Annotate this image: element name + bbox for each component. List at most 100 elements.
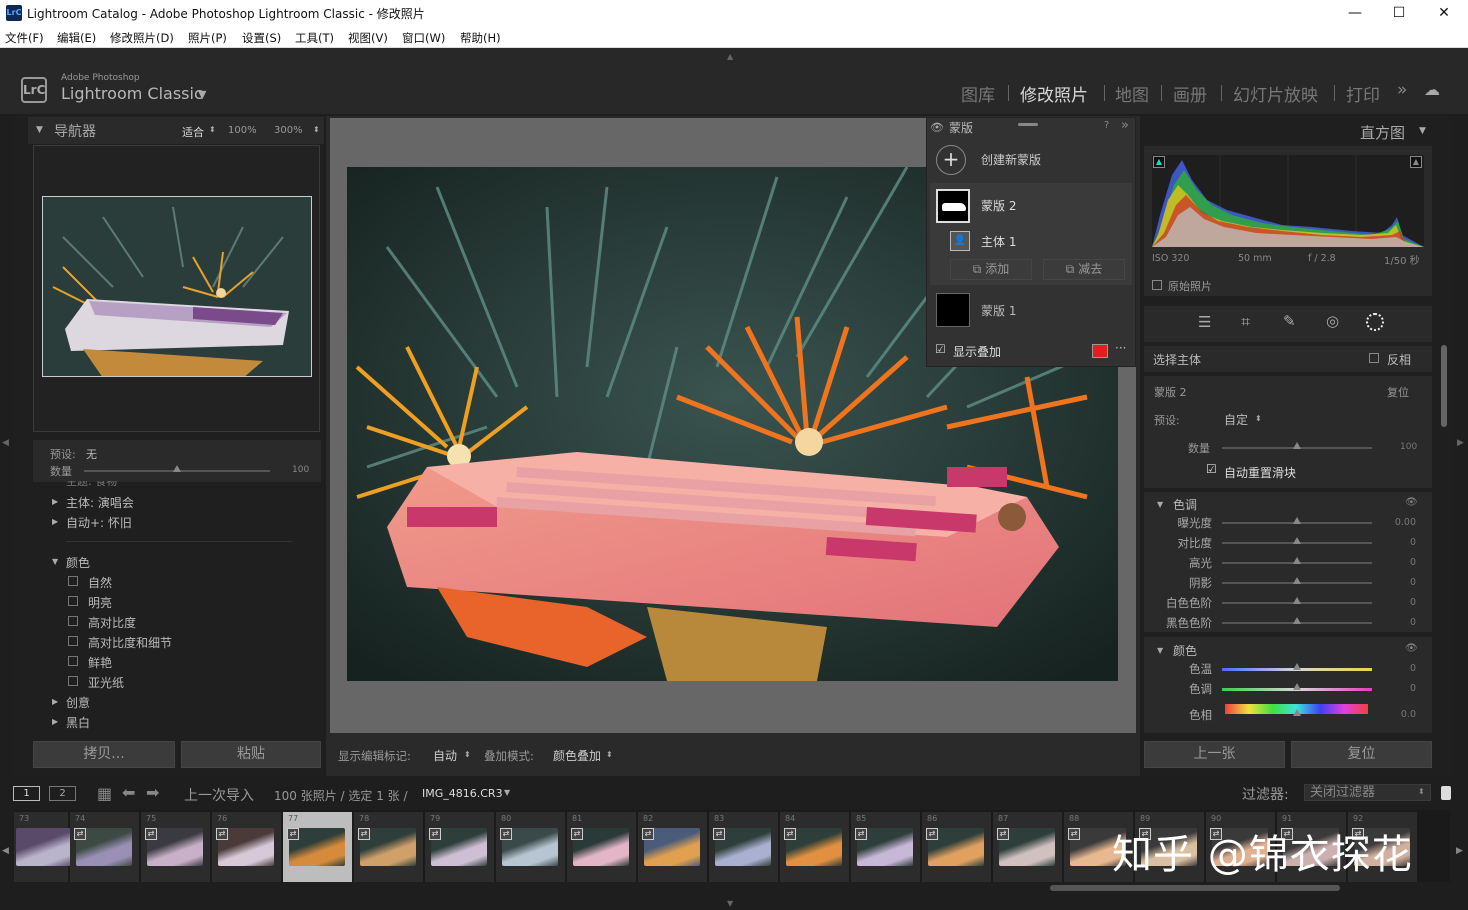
overlay-color-swatch[interactable]	[1092, 344, 1108, 358]
preset-folder-concert[interactable]: 主体: 演唱会	[66, 494, 134, 511]
menu-develop[interactable]: 修改照片(D)	[110, 30, 174, 46]
redeye-icon[interactable]: ◎	[1326, 312, 1339, 330]
preset-folder-creative[interactable]: 创意	[66, 694, 90, 711]
maximize-button[interactable]: ☐	[1384, 3, 1414, 23]
file-dropdown-icon[interactable]: ▼	[504, 788, 510, 797]
secondary-window-button[interactable]: 2	[49, 786, 76, 801]
collapse-triangle-icon[interactable]: ▼	[1157, 500, 1163, 509]
preset-item-matte[interactable]: 亚光纸	[88, 674, 124, 691]
minimize-button[interactable]: —	[1340, 3, 1370, 23]
menu-file[interactable]: 文件(F)	[5, 30, 44, 46]
expand-triangle-icon[interactable]: ▶	[52, 697, 58, 706]
mask-panel-drag-handle[interactable]	[1018, 123, 1038, 126]
module-slideshow[interactable]: 幻灯片放映	[1233, 81, 1318, 106]
collapse-triangle-icon[interactable]: ▼	[1157, 646, 1163, 655]
film-cell[interactable]: 84 ⇄	[780, 812, 850, 882]
module-library[interactable]: 图库	[961, 81, 995, 106]
preset-item-natural[interactable]: 自然	[88, 574, 112, 591]
mask-1-name[interactable]: 蒙版 1	[981, 302, 1016, 319]
expand-triangle-icon[interactable]: ▶	[52, 717, 58, 726]
tone-slider-knob[interactable]	[1293, 597, 1301, 604]
crop-icon[interactable]: ⌗	[1241, 312, 1250, 332]
amount-knob-right[interactable]	[1293, 442, 1301, 449]
forward-arrow-icon[interactable]: ➡	[146, 783, 159, 802]
add-button[interactable]: ⧉ 添加	[950, 259, 1032, 280]
source-label[interactable]: 上一次导入	[184, 785, 254, 805]
mask-2-name[interactable]: 蒙版 2	[981, 197, 1016, 214]
preset-folder-color[interactable]: 颜色	[66, 554, 90, 571]
film-thumbnail[interactable]	[16, 828, 72, 866]
tone-slider-knob[interactable]	[1293, 557, 1301, 564]
module-print[interactable]: 打印	[1346, 81, 1380, 106]
preset-item-vivid[interactable]: 鲜艳	[88, 654, 112, 671]
module-map[interactable]: 地图	[1115, 81, 1149, 106]
file-name[interactable]: IMG_4816.CR3	[422, 787, 503, 800]
more-modules-icon[interactable]: »	[1397, 80, 1407, 100]
filmstrip-left-icon[interactable]: ◀	[2, 846, 9, 856]
collapse-bottom-icon[interactable]: ▼	[727, 899, 733, 908]
film-cell[interactable]: 74 ⇄	[70, 812, 140, 882]
filmstrip-right-icon[interactable]: ▶	[1456, 846, 1463, 856]
color-slider-knob[interactable]	[1293, 683, 1301, 690]
brand-dropdown-icon[interactable]: ▼	[198, 88, 206, 101]
tone-slider-knob[interactable]	[1293, 577, 1301, 584]
right-panel-toggle-icon[interactable]: ▶	[1457, 438, 1464, 448]
preset-select-right[interactable]: 自定	[1224, 411, 1248, 428]
collapse-triangle-icon[interactable]: ▼	[1419, 126, 1426, 136]
collapse-panel-icon[interactable]: »	[1121, 118, 1129, 133]
collapse-top-icon[interactable]: ▲	[727, 52, 733, 61]
color-slider-knob[interactable]	[1293, 709, 1301, 716]
previous-button[interactable]: 上一张	[1144, 741, 1285, 768]
film-cell[interactable]: 83 ⇄	[709, 812, 779, 882]
menu-settings[interactable]: 设置(S)	[242, 30, 281, 46]
zoom-100[interactable]: 100%	[228, 125, 257, 136]
reset-button[interactable]: 复位	[1291, 741, 1432, 768]
eye-icon[interactable]: 👁	[1405, 497, 1418, 508]
collapse-triangle-icon[interactable]: ▼	[52, 557, 58, 566]
create-mask-plus-icon[interactable]: +	[936, 145, 966, 175]
menu-view[interactable]: 视图(V)	[348, 30, 388, 46]
module-book[interactable]: 画册	[1173, 81, 1207, 106]
overlay-checkbox[interactable]: ☑	[935, 342, 946, 356]
back-arrow-icon[interactable]: ⬅	[122, 783, 135, 802]
filter-lock-icon[interactable]	[1441, 786, 1451, 800]
more-options-icon[interactable]: ···	[1115, 341, 1126, 355]
eye-icon[interactable]: 👁	[1405, 643, 1418, 654]
grid-view-icon[interactable]: ▦	[97, 784, 112, 803]
copy-button[interactable]: 拷贝...	[33, 741, 175, 768]
menu-help[interactable]: 帮助(H)	[460, 30, 501, 46]
film-cell[interactable]: 78 ⇄	[354, 812, 424, 882]
mask-reset-link[interactable]: 复位	[1387, 384, 1409, 400]
film-cell[interactable]: 76 ⇄	[212, 812, 282, 882]
menu-window[interactable]: 窗口(W)	[402, 30, 445, 46]
select-stepper-icon[interactable]: ⬍	[1255, 414, 1262, 423]
film-cell[interactable]: 75 ⇄	[141, 812, 211, 882]
paste-button[interactable]: 粘贴	[181, 741, 321, 768]
zoom-more-icon[interactable]: ⬍	[313, 125, 320, 134]
original-photo-checkbox[interactable]	[1152, 280, 1162, 290]
zoom-300[interactable]: 300%	[274, 125, 303, 136]
film-cell[interactable]: 82 ⇄	[638, 812, 708, 882]
eye-icon[interactable]: 👁	[930, 121, 944, 134]
preset-item-clipped[interactable]: 主题: 食物	[66, 481, 117, 489]
tone-slider-knob[interactable]	[1293, 537, 1301, 544]
edit-sliders-icon[interactable]: ☰	[1198, 313, 1211, 331]
subtract-button[interactable]: ⧉ 减去	[1043, 259, 1125, 280]
film-cell[interactable]: 85 ⇄	[851, 812, 921, 882]
cloud-sync-icon[interactable]: ☁	[1424, 80, 1440, 99]
select-stepper-icon[interactable]: ⬍	[606, 750, 613, 759]
mask-1-thumbnail[interactable]	[936, 293, 970, 327]
filter-select[interactable]: 关闭过滤器	[1304, 784, 1431, 801]
edit-pins-select[interactable]: 自动	[433, 747, 457, 764]
tone-slider-knob[interactable]	[1293, 617, 1301, 624]
film-cell[interactable]: 87 ⇄	[993, 812, 1063, 882]
overlay-mode-select[interactable]: 颜色叠加	[553, 747, 601, 764]
shadow-clipping-icon[interactable]: ▲	[1153, 156, 1165, 168]
create-mask-label[interactable]: 创建新蒙版	[981, 151, 1041, 168]
tone-slider-knob[interactable]	[1293, 517, 1301, 524]
expand-triangle-icon[interactable]: ▶	[52, 517, 58, 526]
color-slider-knob[interactable]	[1293, 663, 1301, 670]
film-cell[interactable]: 80 ⇄	[496, 812, 566, 882]
select-stepper-icon[interactable]: ⬍	[464, 750, 471, 759]
film-cell[interactable]: 79 ⇄	[425, 812, 495, 882]
